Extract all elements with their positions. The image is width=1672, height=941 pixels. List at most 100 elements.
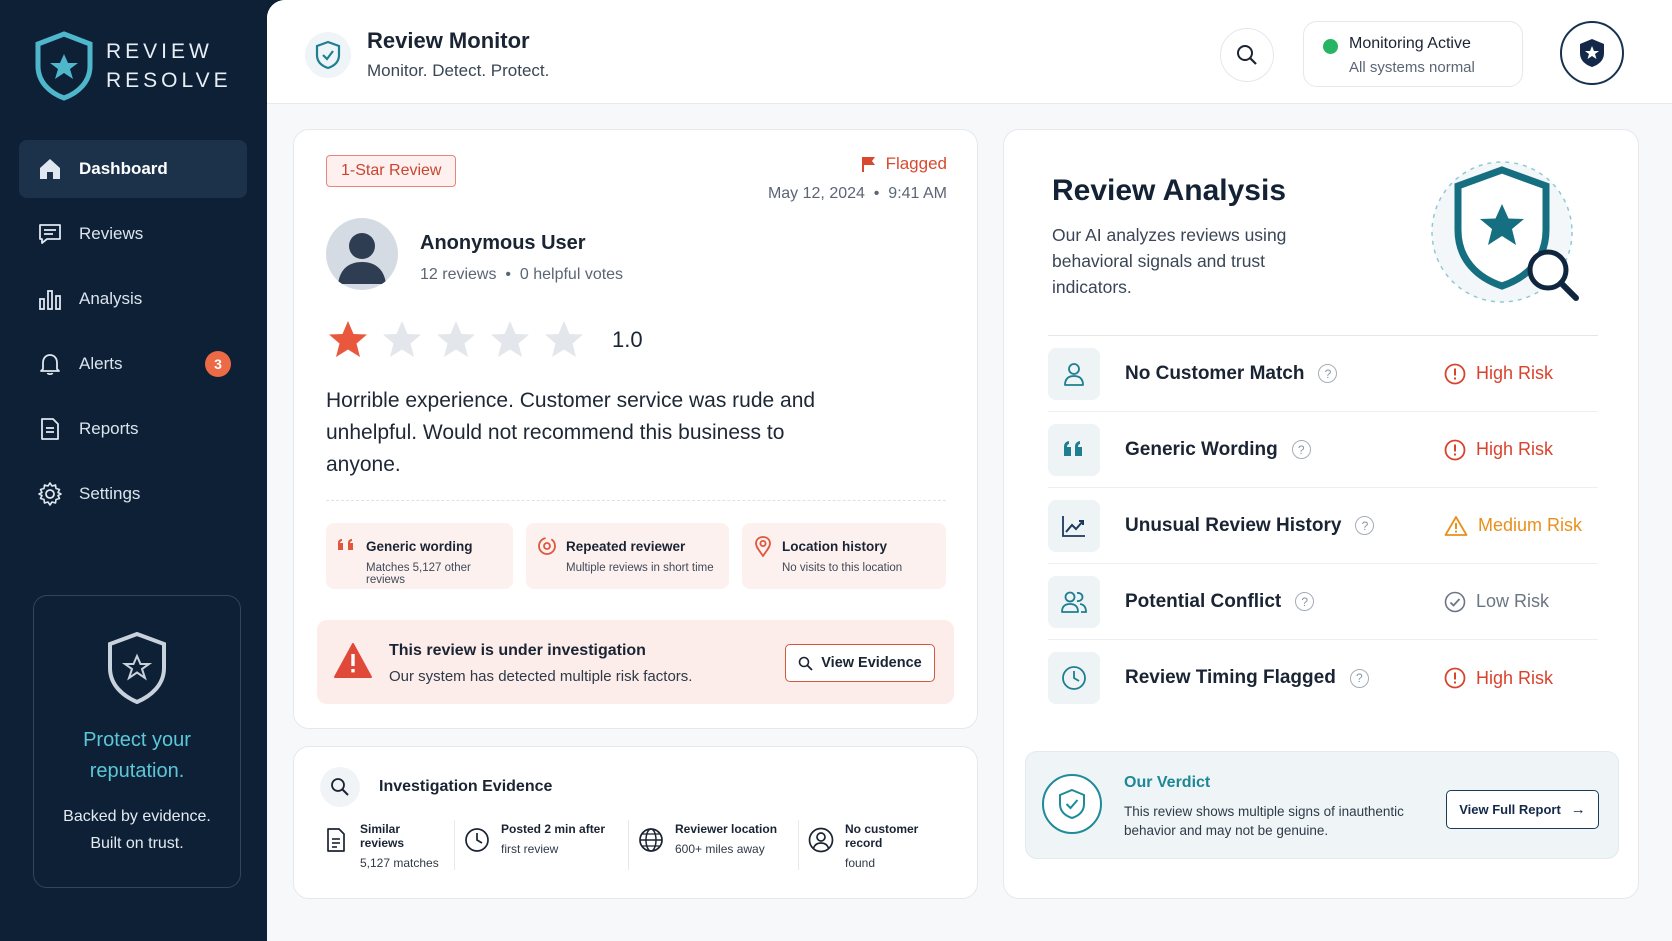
risk-row-generic-wording[interactable]: Generic Wording ? High Risk [1048,412,1598,488]
evidence-item-title: No customer record [845,822,919,850]
review-analysis-card: Review Analysis Our AI analyzes reviews … [1003,129,1639,899]
flagged-status[interactable]: Flagged [860,154,947,174]
sidebar-item-label: Settings [79,484,141,503]
investigation-subtitle: Our system has detected multiple risk fa… [389,668,693,685]
verdict-panel: Our Verdict This review shows multiple s… [1025,751,1619,859]
brand-logo[interactable]: REVIEW RESOLVE [32,30,232,102]
risk-level-text: High Risk [1476,363,1554,383]
help-icon[interactable]: ? [1349,668,1369,688]
search-button[interactable] [1220,28,1274,82]
monitoring-status[interactable]: Monitoring Active All systems normal [1303,21,1523,87]
sidebar-item-label: Analysis [79,289,143,308]
flag-icon [861,157,875,172]
alert-circle-icon [1444,363,1466,384]
signal-generic-wording[interactable]: Generic wording Matches 5,127 other revie… [326,523,513,589]
risk-level-text: Low Risk [1476,591,1550,611]
page-subtitle: Monitor. Detect. Protect. [367,61,550,80]
shield-check-icon [305,32,351,78]
signal-subtitle: Matches 5,127 other reviews [366,562,471,586]
sidebar-item-alerts[interactable]: Alerts 3 [19,335,247,393]
help-icon[interactable]: ? [1291,440,1311,459]
risk-row-potential-conflict[interactable]: Potential Conflict ? Low Risk [1048,564,1598,640]
users-icon [1048,575,1100,628]
evidence-list: Similar reviews 5,127 matches Posted 2 mi… [314,820,959,870]
review-card: 1-Star Review Flagged May 12, 2024 • 9:4… [293,129,978,729]
risk-level-text: High Risk [1476,439,1554,459]
risk-factor-list: No Customer Match ? High Risk Generic Wo… [1048,336,1598,716]
sidebar-item-label: Dashboard [79,159,168,178]
view-full-report-label: View Full Report [1459,802,1561,817]
risk-label: Unusual Review History [1125,514,1342,536]
evidence-item-posting-time[interactable]: Posted 2 min after first review [455,820,629,870]
promo-card: Protect your reputation. Backed by evide… [33,595,241,888]
evidence-item-customer-record[interactable]: No customer record found [799,820,959,870]
account-avatar[interactable] [1560,21,1624,85]
status-title: Monitoring Active [1349,35,1471,52]
risk-level-high: High Risk [1444,667,1553,689]
evidence-item-subtitle: first review [501,842,559,856]
sidebar: REVIEW RESOLVE Dashboard Reviews Analysi… [0,0,267,941]
rating-value: 1.0 [612,327,643,352]
message-icon [39,224,61,244]
sidebar-item-analysis[interactable]: Analysis [19,270,247,328]
star-empty-icon [545,321,583,357]
trend-icon [1048,499,1100,552]
star-empty-icon [491,321,529,357]
globe-icon [639,828,663,852]
evidence-item-reviewer-location[interactable]: Reviewer location 600+ miles away [629,820,799,870]
rating-tag: 1-Star Review [326,155,457,187]
risk-label: No Customer Match [1125,362,1305,384]
risk-label: Potential Conflict [1125,590,1282,612]
location-pin-icon [755,536,771,557]
signal-location-history[interactable]: Location history No visits to this locati… [742,523,946,589]
repeat-icon [538,537,556,555]
review-date: May 12, 2024 [767,185,865,202]
quote-icon [1048,423,1100,476]
star-empty-icon [383,321,421,357]
risk-level-high: High Risk [1444,439,1553,461]
user-circle-icon [808,827,834,853]
search-icon [320,767,360,807]
help-icon[interactable]: ? [1355,516,1375,535]
home-icon [40,159,60,179]
reviewer-name[interactable]: Anonymous User [420,232,586,255]
risk-row-no-customer-match[interactable]: No Customer Match ? High Risk [1048,336,1598,412]
risk-row-unusual-review-history[interactable]: Unusual Review History ? Medium Risk [1048,488,1598,564]
shield-star-icon [35,31,93,101]
risk-label: Review Timing Flagged [1125,667,1336,688]
sidebar-item-reports[interactable]: Reports [19,400,247,458]
analysis-subtitle: Our AI analyzes reviews using behavioral… [1052,225,1287,297]
signal-title: Repeated reviewer [566,539,686,554]
signal-title: Location history [782,539,888,554]
review-text: Horrible experience. Customer service wa… [326,389,816,476]
evidence-item-similar-reviews[interactable]: Similar reviews 5,127 matches [314,820,455,870]
shield-check-icon [1042,774,1102,834]
clock-icon [1048,652,1100,704]
view-evidence-label: View Evidence [821,655,922,671]
quote-icon [338,539,353,550]
sidebar-item-dashboard[interactable]: Dashboard [19,140,247,198]
signal-subtitle: Multiple reviews in short time [566,562,714,574]
clock-icon [465,828,489,852]
alert-circle-icon [1444,667,1466,689]
view-full-report-button[interactable]: View Full Report → [1446,790,1599,829]
star-rating: 1.0 [326,318,643,362]
view-evidence-button[interactable]: View Evidence [785,644,935,682]
star-filled-icon [329,321,367,357]
review-datetime: May 12, 2024 • 9:41 AM [767,185,947,202]
signal-repeated-reviewer[interactable]: Repeated reviewer Multiple reviews in sho… [526,523,729,589]
evidence-item-subtitle: found [845,856,876,870]
help-icon[interactable]: ? [1318,364,1338,383]
sidebar-item-reviews[interactable]: Reviews [19,205,247,263]
status-indicator-dot [1323,39,1338,54]
help-icon[interactable]: ? [1295,592,1315,611]
sidebar-item-label: Reviews [79,224,144,243]
sidebar-item-settings[interactable]: Settings [19,465,247,523]
risk-row-review-timing-flagged[interactable]: Review Timing Flagged ? High Risk [1048,640,1598,716]
arrow-right-icon: → [1570,801,1586,818]
verdict-title: Our Verdict [1124,774,1211,791]
page-title: Review Monitor [367,28,530,53]
risk-level-low: Low Risk [1444,591,1549,613]
reviewer-helpful-votes: 0 helpful votes [519,266,624,283]
shield-star-icon [108,631,166,705]
